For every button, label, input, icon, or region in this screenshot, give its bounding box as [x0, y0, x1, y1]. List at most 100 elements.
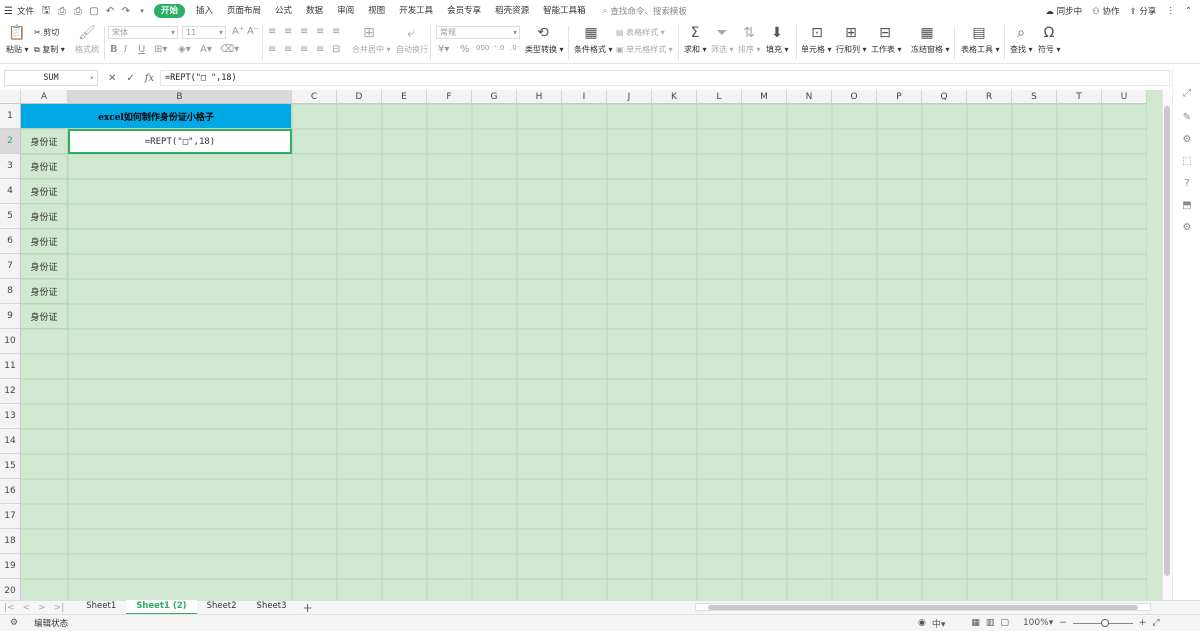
- decrease-decimal-icon[interactable]: .0⁻: [510, 44, 520, 52]
- row-header[interactable]: 11: [0, 354, 21, 379]
- fx-icon[interactable]: fx: [145, 73, 154, 84]
- row-header[interactable]: 18: [0, 529, 21, 554]
- wrap-text-button[interactable]: 自动换行: [396, 44, 428, 55]
- menu-tab[interactable]: 数据: [299, 0, 330, 22]
- sum-icon[interactable]: Σ: [686, 25, 704, 41]
- menu-tab[interactable]: 开始: [153, 4, 185, 18]
- column-header[interactable]: T: [1057, 90, 1102, 104]
- id-label-cell[interactable]: 身份证: [21, 179, 68, 204]
- conditional-format-button[interactable]: 条件格式 ▾: [574, 44, 613, 55]
- zoom-value[interactable]: 100%▾: [1015, 618, 1053, 628]
- row-header[interactable]: 4: [0, 179, 21, 204]
- side-backup-icon[interactable]: ⬒: [1181, 200, 1193, 212]
- type-convert-icon[interactable]: ⟲: [534, 25, 552, 41]
- align-middle-icon[interactable]: ≡: [284, 26, 292, 37]
- title-cell[interactable]: excel如何制作身份证小格子: [21, 104, 292, 129]
- spreadsheet-grid[interactable]: A B C D E F G H I J K L M N O P Q R S T U 1 excel如何制作身份证小格子 2 身份…: [0, 90, 1162, 600]
- row-header[interactable]: 8: [0, 279, 21, 304]
- menu-tab[interactable]: 审阅: [330, 0, 361, 22]
- zoom-in-icon[interactable]: +: [1139, 618, 1147, 628]
- fullscreen-icon[interactable]: ⤢: [1152, 618, 1159, 628]
- zoom-slider[interactable]: [1072, 618, 1133, 627]
- row-col-icon[interactable]: ⊞: [842, 25, 860, 41]
- column-header[interactable]: K: [652, 90, 697, 104]
- worksheet-icon[interactable]: ⊟: [876, 25, 894, 41]
- row-header[interactable]: 17: [0, 504, 21, 529]
- column-header[interactable]: N: [787, 90, 832, 104]
- column-header[interactable]: S: [1012, 90, 1057, 104]
- horizontal-scroll-thumb[interactable]: [708, 605, 1138, 610]
- id-label-cell[interactable]: 身份证: [21, 279, 68, 304]
- menu-tab[interactable]: 页面布局: [220, 0, 268, 22]
- id-label-cell[interactable]: 身份证: [21, 304, 68, 329]
- sort-icon[interactable]: ⇅: [740, 25, 758, 41]
- align-right-icon[interactable]: ≡: [300, 44, 308, 55]
- page-break-icon[interactable]: ▢: [1000, 618, 1009, 628]
- menu-tab[interactable]: 会员专享: [440, 0, 488, 22]
- format-painter-button[interactable]: 格式刷: [75, 44, 99, 55]
- quick-access-dropdown-icon[interactable]: ▾: [134, 0, 150, 22]
- print-icon[interactable]: ⎙: [70, 0, 86, 22]
- sort-button[interactable]: 排序 ▾: [738, 44, 761, 55]
- find-icon[interactable]: ⌕: [1012, 25, 1030, 41]
- column-header[interactable]: Q: [922, 90, 967, 104]
- menu-tab[interactable]: 视图: [361, 0, 392, 22]
- column-header[interactable]: I: [562, 90, 607, 104]
- row-header[interactable]: 15: [0, 454, 21, 479]
- column-header[interactable]: C: [292, 90, 337, 104]
- id-label-cell[interactable]: 身份证: [21, 229, 68, 254]
- save-icon[interactable]: 🖫: [38, 0, 54, 22]
- table-tools-icon[interactable]: ▤: [970, 25, 988, 41]
- side-cursor-icon[interactable]: ⤢: [1181, 88, 1193, 100]
- symbol-icon[interactable]: Ω: [1040, 25, 1058, 41]
- cell-button[interactable]: 单元格 ▾: [801, 44, 832, 55]
- sync-button[interactable]: ☁ 同步中: [1045, 5, 1082, 17]
- select-all-corner[interactable]: [0, 90, 21, 104]
- distribute-icon[interactable]: ⊟: [332, 44, 340, 55]
- sheet-tab[interactable]: Sheet3: [247, 600, 297, 615]
- format-painter-icon[interactable]: 🖌: [78, 25, 96, 41]
- id-label-cell[interactable]: 身份证: [21, 154, 68, 179]
- row-header[interactable]: 9: [0, 304, 21, 329]
- row-header[interactable]: 16: [0, 479, 21, 504]
- redo-icon[interactable]: ↷: [118, 0, 134, 22]
- export-icon[interactable]: ⎙: [54, 0, 70, 22]
- text-orientation-icon[interactable]: ≡: [316, 26, 324, 37]
- conditional-format-icon[interactable]: ▦: [582, 25, 600, 41]
- column-header[interactable]: U: [1102, 90, 1147, 104]
- align-bottom-icon[interactable]: ≡: [300, 26, 308, 37]
- confirm-icon[interactable]: ✓: [126, 73, 134, 84]
- merge-center-icon[interactable]: ⊞: [360, 25, 378, 41]
- side-style-icon[interactable]: ✎: [1181, 112, 1193, 124]
- increase-font-icon[interactable]: A⁺: [232, 26, 244, 37]
- cut-button[interactable]: ✂ 剪切: [34, 27, 59, 38]
- fill-color-icon[interactable]: ◈▾: [178, 44, 191, 55]
- macro-icon[interactable]: ⚙: [0, 618, 18, 628]
- row-col-button[interactable]: 行和列 ▾: [836, 44, 867, 55]
- merge-center-button[interactable]: 合并居中 ▾: [352, 44, 391, 55]
- menu-tab[interactable]: 智能工具箱: [536, 0, 593, 22]
- sum-button[interactable]: 求和 ▾: [684, 44, 707, 55]
- column-header[interactable]: M: [742, 90, 787, 104]
- zoom-out-icon[interactable]: −: [1059, 618, 1067, 628]
- thousands-icon[interactable]: 000: [476, 44, 489, 52]
- font-color-icon[interactable]: A▾: [200, 44, 212, 55]
- collapse-ribbon-icon[interactable]: ⌃: [1185, 6, 1192, 16]
- percent-icon[interactable]: %: [460, 44, 470, 55]
- prev-sheet-icon[interactable]: <: [19, 603, 35, 613]
- column-header[interactable]: H: [517, 90, 562, 104]
- last-sheet-icon[interactable]: >|: [50, 603, 69, 613]
- indent-icon[interactable]: ≡: [332, 26, 340, 37]
- sheet-tab[interactable]: Sheet1 (2): [126, 600, 197, 615]
- row-header[interactable]: 10: [0, 329, 21, 354]
- formula-input[interactable]: =REPT("□ ",18): [160, 70, 1170, 86]
- clear-icon[interactable]: ⌫▾: [220, 44, 239, 55]
- number-format-select[interactable]: 常规 ▾: [436, 26, 520, 39]
- row-header[interactable]: 19: [0, 554, 21, 579]
- add-sheet-icon[interactable]: +: [297, 601, 319, 615]
- ime-lang[interactable]: 中▾: [932, 617, 946, 630]
- column-header[interactable]: G: [472, 90, 517, 104]
- column-header[interactable]: A: [21, 90, 68, 104]
- wrap-text-icon[interactable]: ⤶: [402, 25, 420, 41]
- filter-icon[interactable]: ⏷: [713, 25, 731, 41]
